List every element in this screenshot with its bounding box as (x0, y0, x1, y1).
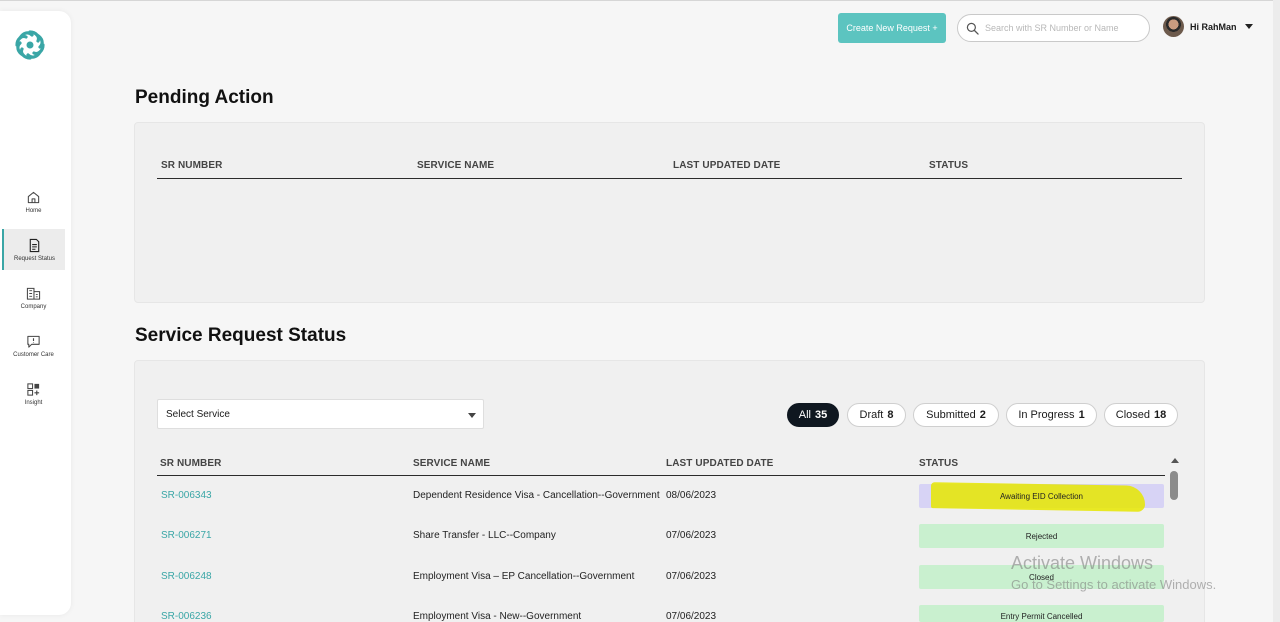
filter-chip-label: Submitted (926, 409, 976, 421)
chevron-down-icon[interactable] (1244, 24, 1253, 29)
filter-chip-count: 18 (1154, 409, 1167, 421)
filter-chip-draft[interactable]: Draft 8 (847, 403, 906, 427)
sr-number-link[interactable]: SR-006236 (161, 611, 212, 622)
sr-number-link[interactable]: SR-006248 (161, 571, 212, 582)
filter-chip-count: 2 (979, 409, 986, 421)
select-service-dropdown[interactable]: Select Service (157, 399, 484, 429)
insight-icon (27, 382, 40, 396)
filter-chip-all[interactable]: All 35 (787, 403, 839, 427)
sidebar-item-company[interactable]: Company (2, 277, 65, 318)
filter-chip-count: 8 (887, 409, 894, 421)
sidebar-item-customer-care[interactable]: Customer Care (2, 325, 65, 366)
filter-chip-label: Draft (859, 409, 884, 421)
col-sr-number: SR NUMBER (160, 458, 222, 469)
top-border (0, 0, 1280, 1)
sidebar-item-request-status[interactable]: Request Status (2, 229, 65, 270)
sr-number-link[interactable]: SR-006271 (161, 530, 212, 541)
sidebar-item-home[interactable]: Home (2, 181, 65, 222)
sidebar-item-label: Company (20, 303, 47, 310)
filter-chip-label: In Progress (1018, 409, 1075, 421)
sidebar-item-label: Insight (24, 399, 43, 406)
pending-col-service-name: SERVICE NAME (417, 160, 495, 171)
last-updated-date: 07/06/2023 (666, 611, 717, 622)
pending-header-divider (157, 178, 1182, 179)
logo-icon[interactable] (12, 27, 48, 63)
search-icon (966, 22, 979, 35)
sidebar-item-label: Customer Care (13, 351, 54, 358)
sidebar-item-label: Home (25, 207, 42, 214)
filter-chip-count: 1 (1078, 409, 1085, 421)
status-badge: Rejected (919, 524, 1164, 548)
filter-chip-in-progress[interactable]: In Progress 1 (1006, 403, 1097, 427)
pending-action-panel (134, 122, 1205, 303)
status-badge-label: Awaiting EID Collection (999, 491, 1083, 501)
filter-chip-count: 35 (814, 409, 828, 421)
sidebar-item-label: Request Status (13, 255, 56, 262)
avatar (1163, 16, 1184, 37)
service-name: Employment Visa - New--Government (413, 611, 582, 622)
last-updated-date: 08/06/2023 (666, 490, 717, 501)
home-icon (27, 191, 40, 203)
service-name: Dependent Residence Visa - Cancellation-… (413, 490, 660, 501)
document-icon (29, 238, 40, 252)
filter-chip-label: All (798, 409, 811, 421)
service-name: Share Transfer - LLC--Company (413, 530, 556, 541)
search-box (957, 14, 1150, 42)
scroll-thumb[interactable] (1170, 471, 1178, 500)
activate-windows-watermark: Activate Windows (1011, 553, 1154, 573)
pending-action-title: Pending Action (135, 87, 274, 108)
user-greeting: Hi RahMan (1190, 21, 1237, 32)
sr-number-link[interactable]: SR-006343 (161, 490, 212, 501)
filter-chip-label: Closed (1115, 409, 1150, 421)
create-new-request-button[interactable]: Create New Request + (838, 13, 946, 43)
status-badge: Entry Permit Cancelled (919, 605, 1164, 622)
col-last-updated: LAST UPDATED DATE (666, 458, 774, 469)
search-input[interactable] (985, 23, 1145, 33)
scroll-up-icon[interactable] (1171, 458, 1179, 463)
building-icon (26, 287, 41, 300)
pending-col-sr-number: SR NUMBER (161, 160, 223, 171)
select-service-value: Select Service (166, 408, 230, 420)
activate-windows-subtext: Go to Settings to activate Windows. (1011, 577, 1217, 592)
user-menu[interactable]: Hi RahMan (1163, 16, 1253, 37)
filter-chip-submitted[interactable]: Submitted 2 (913, 403, 999, 427)
message-icon (27, 335, 40, 348)
last-updated-date: 07/06/2023 (666, 571, 717, 582)
col-status: STATUS (919, 458, 959, 469)
sidebar: Home Request Status Company Customer Car… (0, 11, 71, 615)
window-edge (1273, 0, 1280, 622)
sidebar-item-insight[interactable]: Insight (2, 373, 65, 414)
last-updated-date: 07/06/2023 (666, 530, 717, 541)
service-request-title: Service Request Status (135, 325, 347, 346)
pending-col-last-updated: LAST UPDATED DATE (673, 160, 781, 171)
chevron-down-icon (468, 413, 476, 418)
service-name: Employment Visa – EP Cancellation--Gover… (413, 571, 635, 582)
col-service-name: SERVICE NAME (413, 458, 491, 469)
table-scrollbar[interactable] (1169, 456, 1181, 622)
table-header-divider (157, 475, 1165, 476)
sidebar-nav: Home Request Status Company Customer Car… (0, 181, 71, 421)
pending-col-status: STATUS (929, 160, 969, 171)
filter-chip-closed[interactable]: Closed 18 (1104, 403, 1178, 427)
